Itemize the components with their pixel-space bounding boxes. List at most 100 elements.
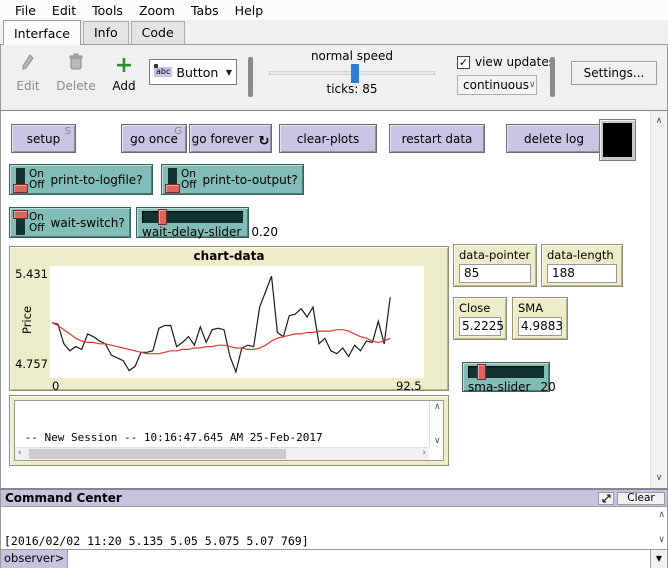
command-center-title: Command Center: [5, 491, 598, 505]
scroll-down-icon[interactable]: ∨: [651, 470, 667, 486]
toolbar-separator: [550, 57, 555, 97]
clear-plots-button[interactable]: clear-plots: [279, 124, 377, 153]
switch-toggle[interactable]: [16, 168, 25, 192]
delete-log-button[interactable]: delete log: [506, 124, 602, 153]
switch-toggle[interactable]: [16, 211, 25, 235]
plot-area: [50, 266, 424, 378]
wait-delay-slider[interactable]: wait-delay-slider 0.20: [136, 207, 249, 238]
switch-toggle[interactable]: [168, 168, 177, 192]
settings-button[interactable]: Settings...: [571, 61, 657, 85]
monitor-label: data-length: [547, 248, 617, 262]
speed-slider-thumb[interactable]: [351, 64, 359, 83]
scrollbar-thumb[interactable]: [29, 449, 286, 459]
toolbar-separator: [248, 57, 253, 97]
menu-edit[interactable]: Edit: [45, 1, 83, 20]
scroll-up-icon[interactable]: ∧: [651, 113, 667, 129]
data-length-monitor: data-length 188: [541, 244, 623, 287]
go-once-button[interactable]: go once G: [121, 124, 187, 153]
switch-name-label: print-to-logfile?: [51, 173, 143, 187]
slider-value: 20: [540, 380, 555, 394]
go-forever-button[interactable]: go forever ↻: [189, 124, 272, 153]
chevron-down-icon: ▼: [226, 68, 232, 77]
switch-off-label: Off: [29, 223, 45, 234]
close-monitor: Close 5.2225: [453, 297, 507, 340]
setup-button[interactable]: setup S: [11, 124, 76, 153]
command-center-header: Command Center Clear: [0, 490, 668, 507]
slider-track[interactable]: [142, 211, 243, 223]
wait-switch[interactable]: On Off wait-switch?: [9, 207, 131, 238]
sma-monitor: SMA 4.9883: [512, 297, 568, 340]
monitor-label: SMA: [518, 301, 562, 315]
scroll-up-icon[interactable]: ∧: [434, 402, 441, 412]
output-widget: -- New Session -- 10:16:47.645 AM 25-Feb…: [9, 395, 449, 466]
scroll-up-icon[interactable]: ∧: [658, 509, 665, 523]
add-widget-button[interactable]: + Add: [101, 53, 147, 93]
tab-code[interactable]: Code: [131, 21, 185, 44]
edit-widget-button[interactable]: Edit: [5, 53, 51, 93]
menu-tabs[interactable]: Tabs: [184, 1, 226, 20]
expand-icon: [602, 494, 611, 503]
clear-button[interactable]: Clear: [617, 492, 665, 505]
speed-label: normal speed: [269, 49, 435, 63]
menu-file[interactable]: File: [8, 1, 43, 20]
x-min-label: 0: [52, 379, 59, 393]
y-axis-name: Price: [20, 275, 34, 365]
view-updates-group: ✓ view updates continuous ∨: [457, 55, 555, 95]
monitor-value: 4.9883: [518, 317, 562, 336]
switch-off-label: Off: [181, 180, 197, 191]
output-vertical-scrollbar[interactable]: ∧ ∨: [429, 401, 443, 447]
tab-interface[interactable]: Interface: [3, 20, 81, 45]
slider-label: sma-slider: [468, 380, 530, 394]
switch-on-label: On: [29, 212, 45, 223]
monitor-value: 188: [547, 264, 617, 283]
scroll-down-icon[interactable]: ∨: [434, 436, 441, 446]
print-to-output-switch[interactable]: On Off print-to-output?: [161, 164, 304, 195]
monitor-value: 85: [459, 264, 531, 283]
print-to-logfile-switch[interactable]: On Off print-to-logfile?: [9, 164, 153, 195]
world-view[interactable]: [599, 119, 636, 161]
ticks-counter: ticks: 85: [269, 82, 435, 96]
scroll-down-icon[interactable]: ∨: [658, 534, 665, 548]
history-dropdown-button[interactable]: ▼: [650, 550, 667, 568]
command-center: Command Center Clear [2016/02/02 11:20 5…: [0, 488, 668, 568]
world-view-canvas: [603, 123, 632, 157]
menu-bar: File Edit Tools Zoom Tabs Help: [0, 0, 668, 20]
plot-title: chart-data: [10, 247, 448, 263]
menu-zoom[interactable]: Zoom: [132, 1, 182, 20]
expand-button[interactable]: [598, 492, 614, 505]
x-max-label: 92.5: [396, 379, 422, 393]
view-updates-checkbox[interactable]: ✓: [457, 56, 470, 69]
switch-knob[interactable]: [13, 210, 28, 219]
slider-knob[interactable]: [477, 364, 486, 380]
update-mode-dropdown[interactable]: continuous ∨: [457, 75, 537, 95]
monitor-label: data-pointer: [459, 248, 531, 262]
speed-slider[interactable]: [269, 71, 435, 75]
tab-info[interactable]: Info: [83, 21, 129, 44]
slider-knob[interactable]: [158, 209, 167, 225]
switch-knob[interactable]: [13, 184, 28, 193]
monitor-label: Close: [459, 301, 501, 315]
canvas-vertical-scrollbar[interactable]: ∧ ∨: [650, 111, 667, 488]
scroll-left-icon[interactable]: ‹: [18, 448, 22, 458]
speed-control: normal speed ticks: 85: [269, 49, 435, 96]
setup-shortcut-key: S: [65, 126, 71, 137]
chevron-down-icon: ∨: [529, 80, 536, 90]
widget-type-chooser[interactable]: abc Button ▼: [149, 59, 237, 85]
trash-icon: [53, 53, 99, 79]
slider-track[interactable]: [468, 366, 544, 378]
switch-name-label: print-to-output?: [203, 173, 298, 187]
delete-widget-button[interactable]: Delete: [53, 53, 99, 93]
plot-svg: [50, 266, 424, 378]
chart-data-plot: chart-data 5.431 4.757 Price 0 92.5: [9, 246, 449, 391]
interface-canvas: setup S go once G go forever ↻ clear-plo…: [0, 111, 668, 488]
restart-data-button[interactable]: restart data: [389, 124, 485, 153]
plus-icon: +: [101, 53, 147, 79]
menu-help[interactable]: Help: [228, 1, 271, 20]
switch-knob[interactable]: [165, 184, 180, 193]
command-input[interactable]: [68, 550, 650, 568]
switch-off-label: Off: [29, 180, 45, 191]
output-horizontal-scrollbar[interactable]: ‹ ›: [15, 447, 429, 460]
menu-tools[interactable]: Tools: [85, 1, 130, 20]
sma-slider[interactable]: sma-slider 20: [462, 362, 550, 392]
scroll-right-icon[interactable]: ›: [422, 448, 426, 458]
